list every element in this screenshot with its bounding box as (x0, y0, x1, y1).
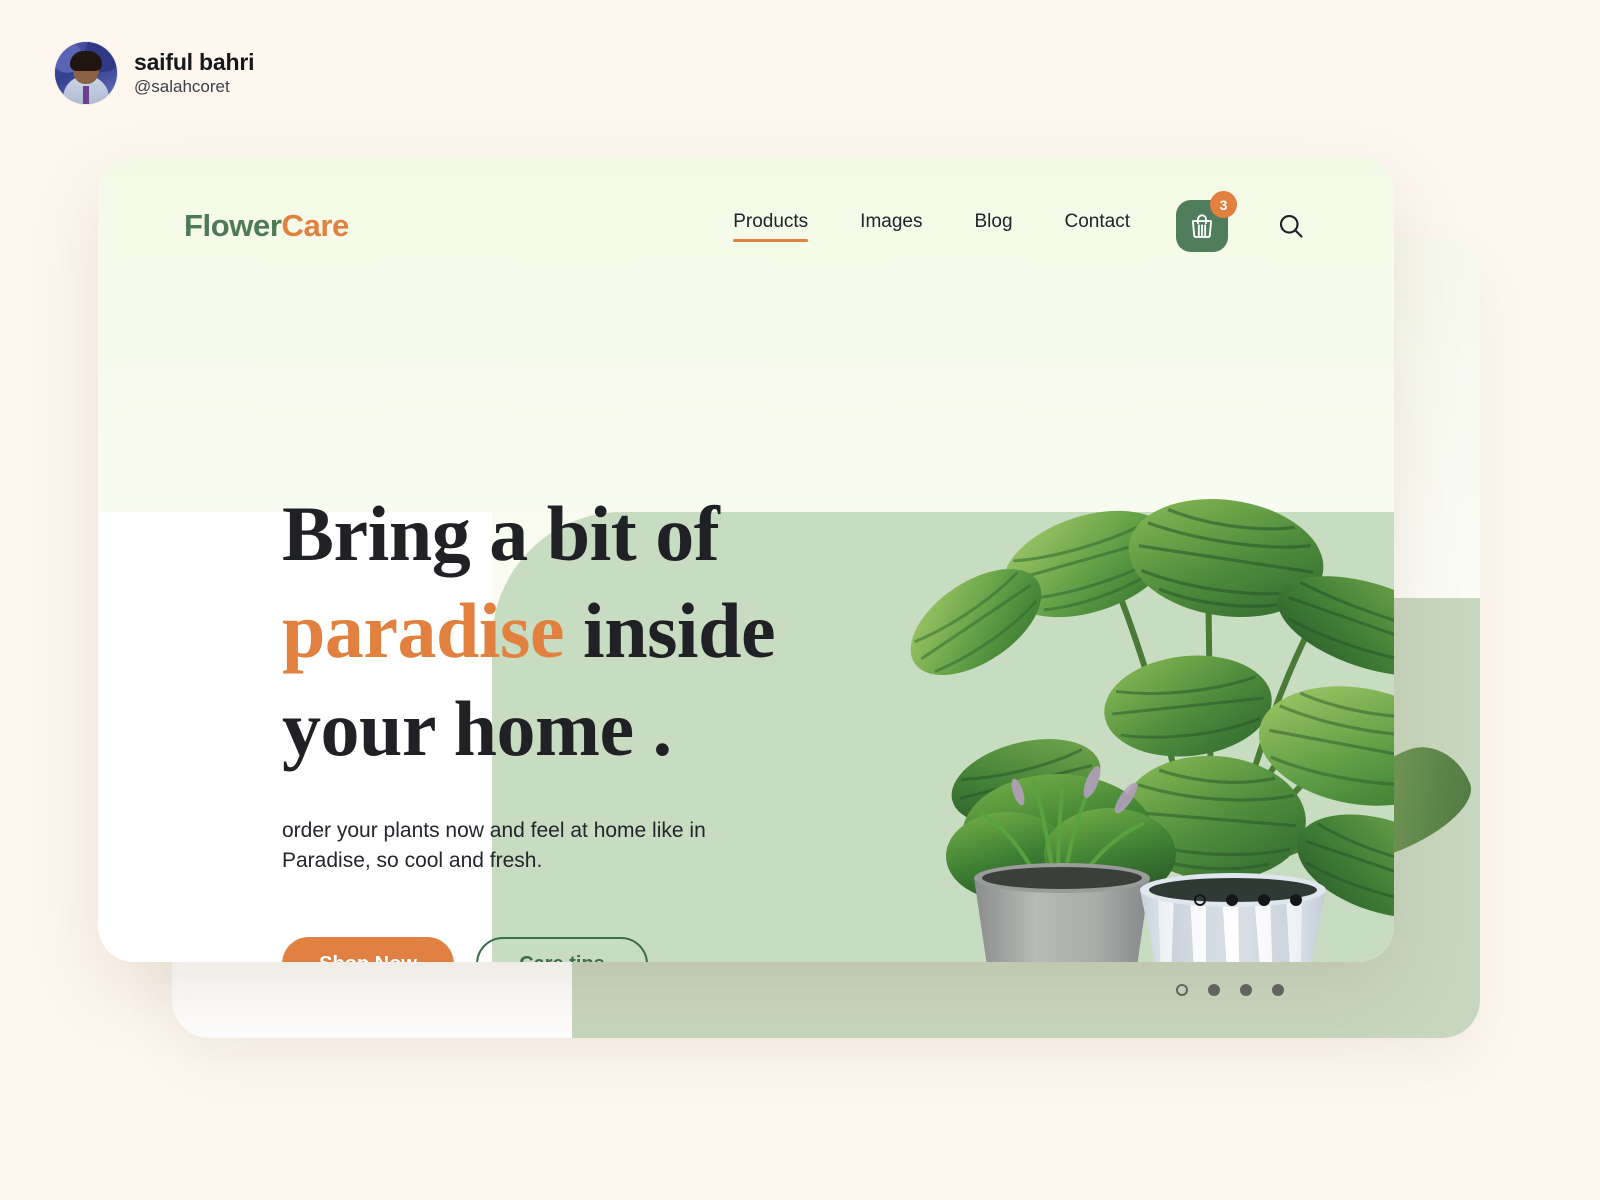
hero-headline: Bring a bit of paradise inside your home… (282, 488, 902, 774)
hero-card: FlowerCare Products Images Blog Contact … (98, 156, 1394, 962)
carousel-dot-1[interactable] (1194, 894, 1206, 906)
logo[interactable]: FlowerCare (184, 208, 349, 244)
care-tips-button[interactable]: Care tips (476, 937, 648, 962)
cart-badge: 3 (1210, 191, 1237, 218)
nav-item-contact[interactable]: Contact (1065, 211, 1130, 242)
hero-cta-row: Shop Now Care tips (282, 937, 902, 962)
nav-actions: 3 (1176, 191, 1308, 252)
plant-artwork (910, 498, 1394, 962)
white-pot (1140, 873, 1326, 962)
carousel-dot (1176, 984, 1188, 996)
carousel-dot (1272, 984, 1284, 996)
headline-line-3: your home . (282, 684, 672, 772)
logo-text-primary: Flower (184, 208, 282, 243)
nav-item-images[interactable]: Images (860, 211, 922, 242)
headline-line-2: paradise inside (282, 585, 902, 676)
carousel-dot-4[interactable] (1290, 894, 1302, 906)
search-icon (1279, 214, 1303, 238)
background-card-carousel-dots (1176, 984, 1284, 996)
carousel-dots (1194, 894, 1302, 906)
shopping-bag-icon (1191, 214, 1213, 238)
design-stage: FlowerCare Products Images Blog Contact … (0, 0, 1600, 1200)
carousel-dot (1208, 984, 1220, 996)
avatar (55, 42, 117, 104)
carousel-dot (1240, 984, 1252, 996)
cart-button[interactable]: 3 (1176, 191, 1237, 252)
attribution-text: saiful bahri @salahcoret (134, 49, 254, 97)
nav-links: Products Images Blog Contact (733, 211, 1130, 242)
attribution-header: saiful bahri @salahcoret (55, 42, 254, 104)
hero-content: Bring a bit of paradise inside your home… (282, 488, 902, 962)
author-name: saiful bahri (134, 49, 255, 75)
headline-line-1: Bring a bit of (282, 490, 720, 577)
plant-illustration (858, 446, 1394, 962)
carousel-dot-2[interactable] (1226, 894, 1238, 906)
navigation-bar: FlowerCare Products Images Blog Contact … (98, 156, 1394, 296)
hero-subtext: order your plants now and feel at home l… (282, 818, 706, 872)
grey-pot (974, 863, 1150, 962)
headline-line-2-rest: inside (564, 587, 776, 675)
headline-accent-word: paradise (282, 587, 565, 675)
search-button[interactable] (1274, 209, 1308, 243)
avatar-lanyard (83, 86, 89, 104)
carousel-dot-3[interactable] (1258, 894, 1270, 906)
avatar-hair (70, 51, 102, 71)
nav-item-blog[interactable]: Blog (974, 211, 1012, 242)
author-handle: @salahcoret (134, 77, 230, 97)
nav-item-products[interactable]: Products (733, 211, 808, 242)
shop-now-button[interactable]: Shop Now (282, 937, 454, 962)
logo-text-secondary: Care (281, 208, 350, 243)
